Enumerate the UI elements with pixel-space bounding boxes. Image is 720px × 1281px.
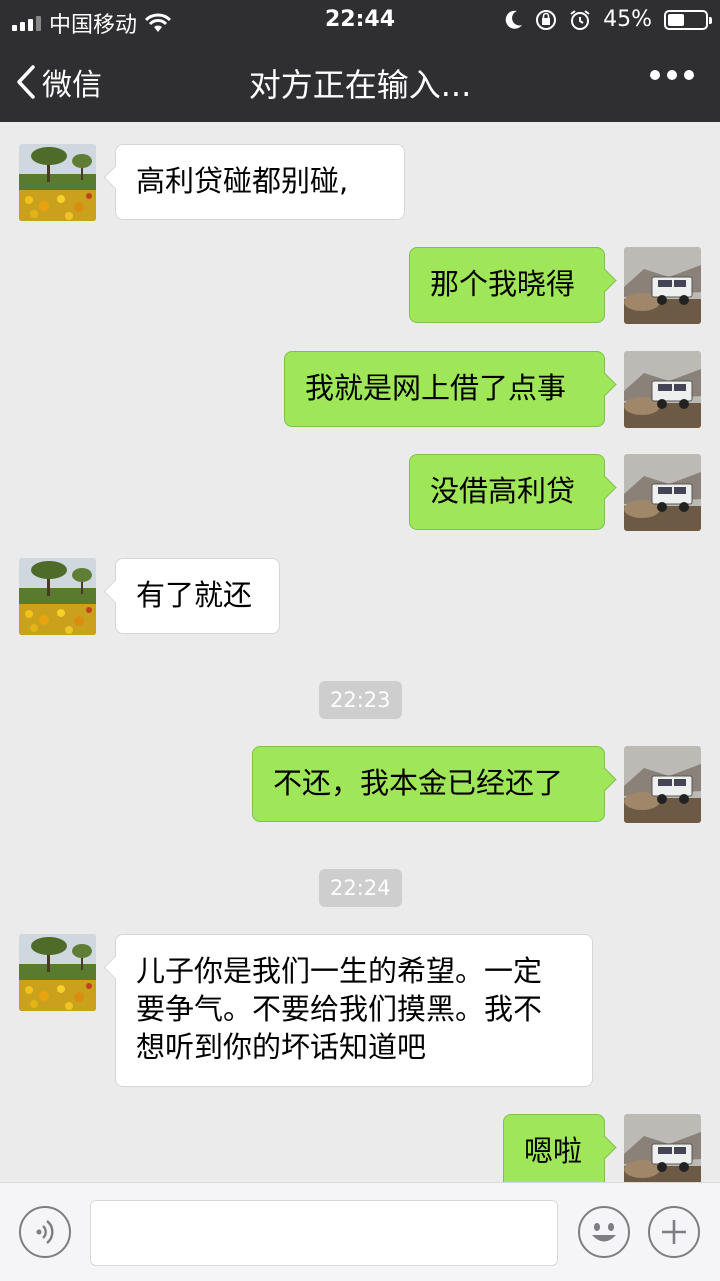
moon-icon [505, 10, 523, 29]
my-avatar[interactable] [624, 351, 701, 428]
message-line: 想听到你的坏话知道吧 [136, 1030, 427, 1064]
nav-bar: 微信 对方正在输入... [0, 40, 720, 122]
plus-button[interactable] [648, 1206, 700, 1258]
chat-title: 对方正在输入... [248, 66, 472, 104]
chat-area[interactable]: 高利贷碰都别碰, 那个我晓得 我就是网上借了点事 没借高利贷 有了就还 22:2… [0, 122, 720, 1182]
my-avatar[interactable] [624, 746, 701, 823]
message-timestamp: 22:24 [319, 869, 402, 907]
status-bar: 中国移动 22:44 45% [0, 0, 720, 40]
more-dots-icon[interactable] [650, 70, 694, 80]
message-input[interactable] [90, 1200, 558, 1266]
my-avatar[interactable] [624, 454, 701, 531]
battery-fill [668, 13, 685, 26]
incoming-message[interactable]: 高利贷碰都别碰, [115, 144, 405, 220]
outgoing-message[interactable]: 那个我晓得 [409, 247, 605, 323]
emoji-button[interactable] [578, 1206, 630, 1258]
contact-avatar[interactable] [19, 144, 96, 221]
my-avatar[interactable] [624, 247, 701, 324]
outgoing-message[interactable]: 不还，我本金已经还了 [252, 746, 605, 822]
my-avatar[interactable] [624, 1114, 701, 1182]
emoji-icon [592, 1223, 616, 1242]
message-timestamp: 22:23 [319, 681, 402, 719]
status-right: 45% [505, 7, 712, 32]
battery-icon [664, 9, 712, 30]
outgoing-message[interactable]: 嗯啦 [503, 1114, 605, 1182]
rotation-lock-icon [536, 9, 557, 30]
outgoing-message[interactable]: 我就是网上借了点事 [284, 351, 605, 427]
battery-percent: 45% [603, 7, 652, 32]
plus-icon [662, 1220, 686, 1244]
input-bar [0, 1182, 720, 1281]
voice-button[interactable] [19, 1206, 71, 1258]
outgoing-message[interactable]: 没借高利贷 [409, 454, 605, 530]
incoming-message[interactable]: 有了就还 [115, 558, 280, 634]
incoming-message[interactable]: 儿子你是我们一生的希望。一定 要争气。不要给我们摸黑。我不 想听到你的坏话知道吧 [115, 934, 593, 1087]
message-line: 儿子你是我们一生的希望。一定 [136, 954, 543, 988]
voice-icon [36, 1220, 54, 1244]
contact-avatar[interactable] [19, 934, 96, 1011]
contact-avatar[interactable] [19, 558, 96, 635]
message-line: 要争气。不要给我们摸黑。我不 [136, 992, 543, 1026]
alarm-icon [570, 9, 590, 30]
header: 中国移动 22:44 45% 微信 对方正在输入... [0, 0, 720, 122]
